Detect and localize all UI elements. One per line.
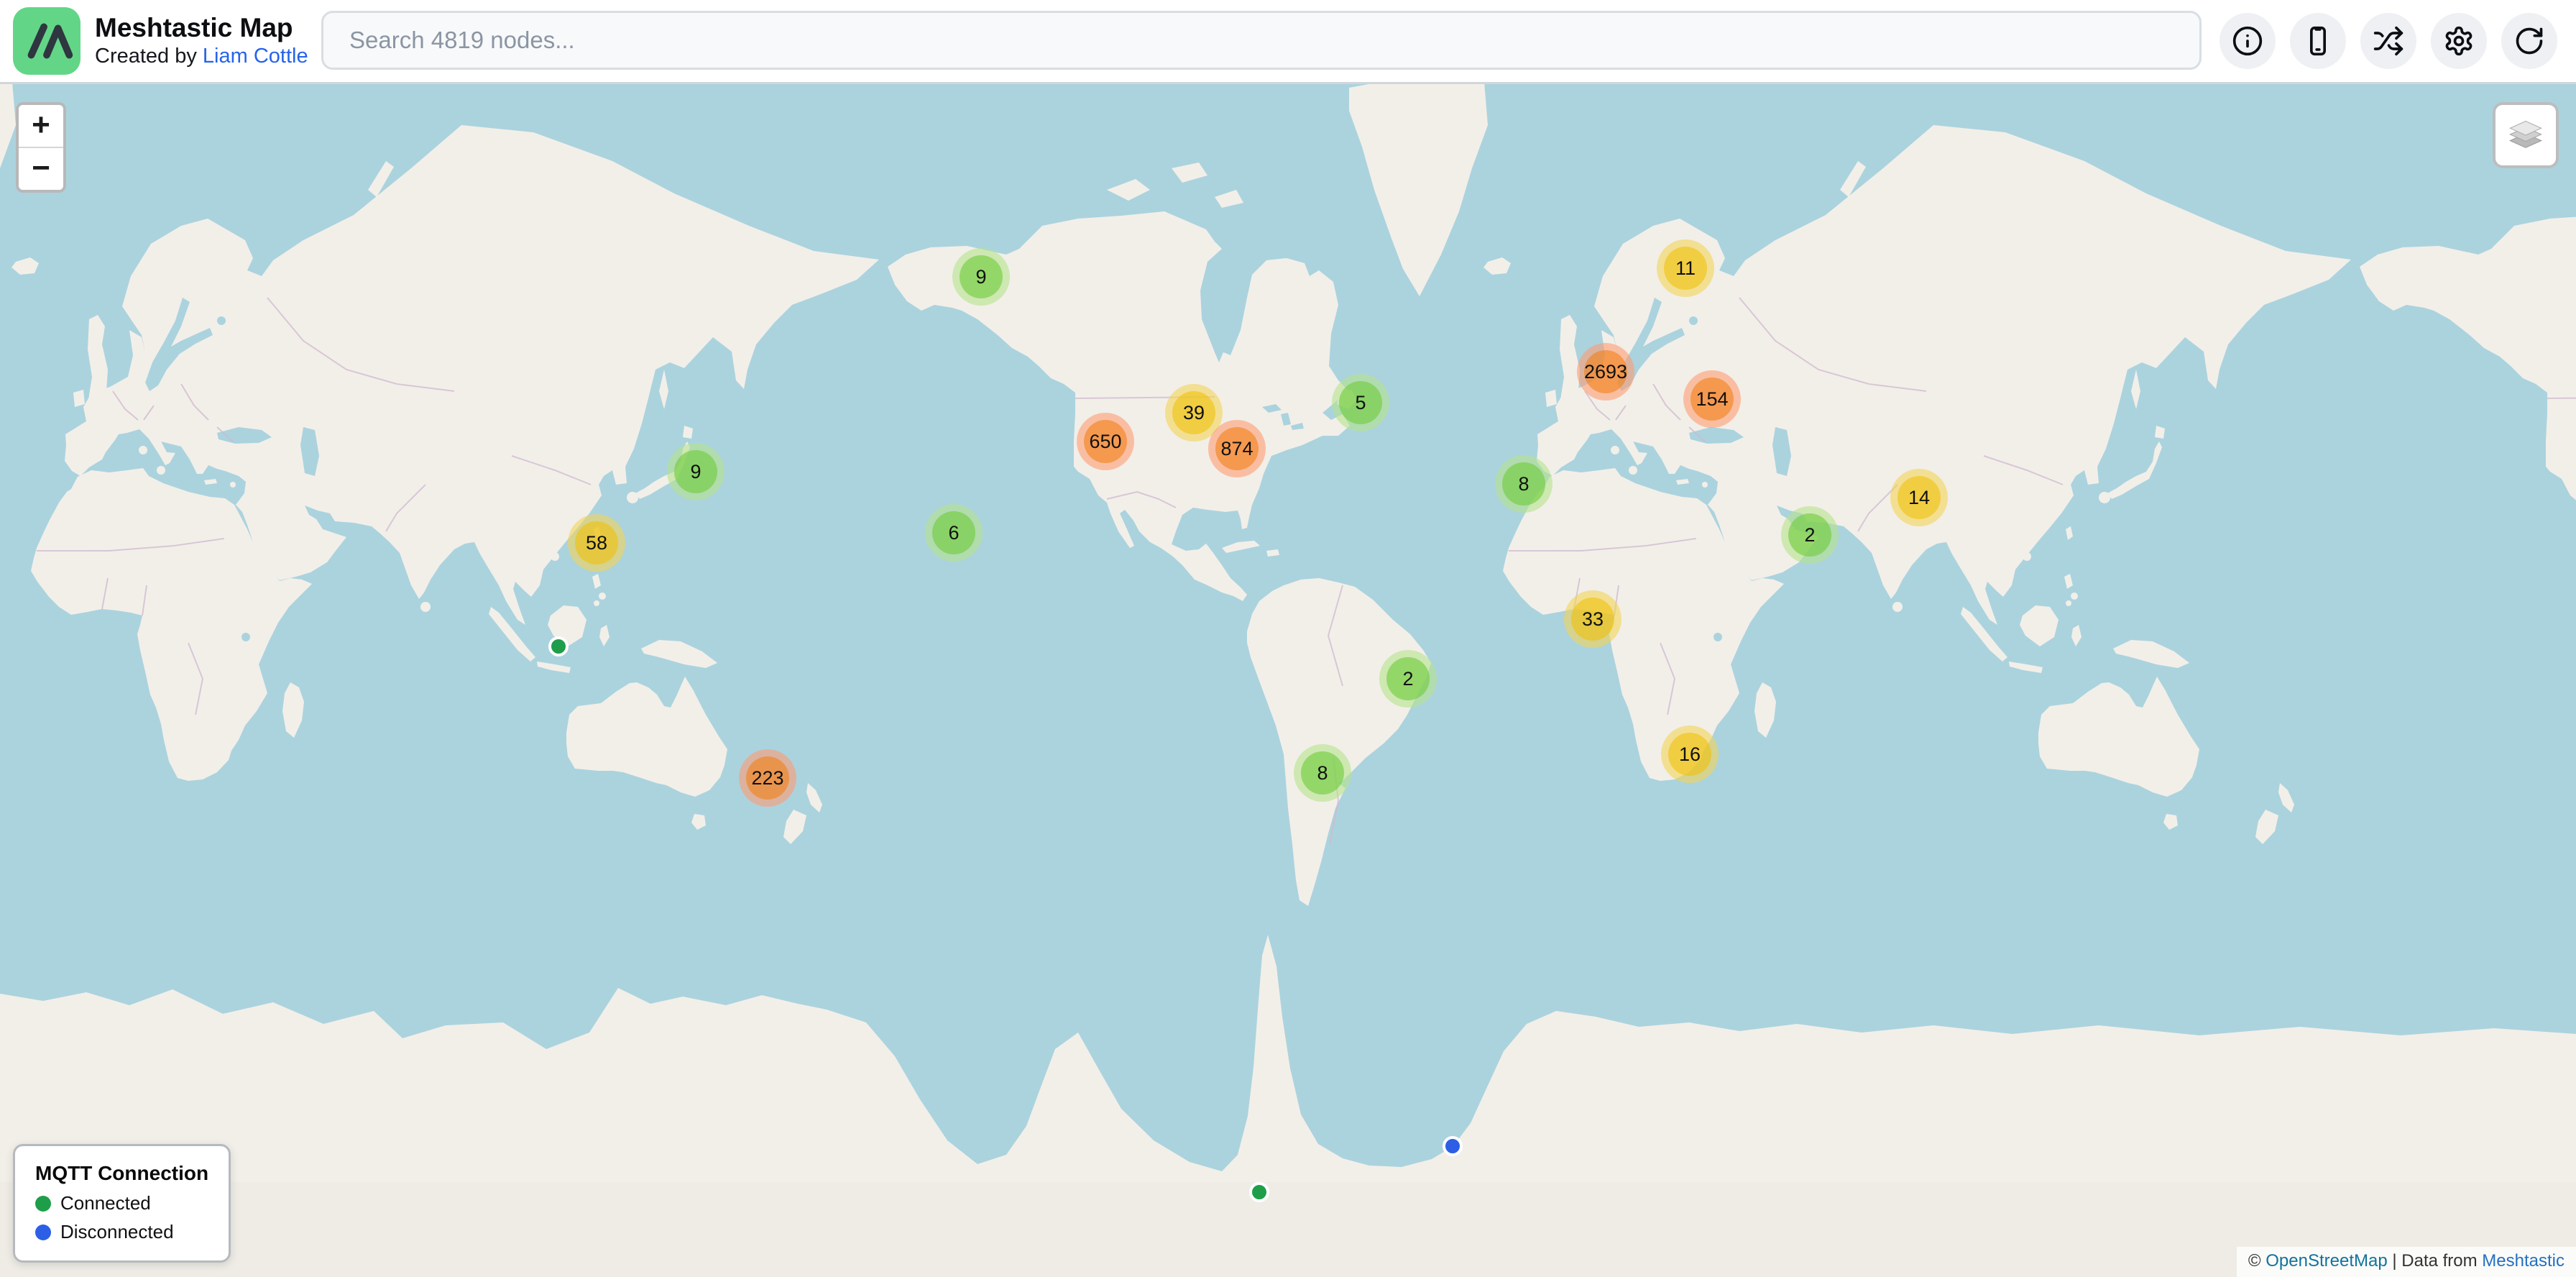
cluster-marker[interactable]: 33 — [1564, 590, 1622, 648]
cluster-marker[interactable]: 2 — [1379, 650, 1437, 708]
attribution-middle: | Data from — [2388, 1251, 2483, 1271]
shuffle-icon — [2373, 25, 2404, 57]
cluster-count: 14 — [1908, 487, 1930, 509]
cluster-count: 8 — [1518, 473, 1529, 495]
info-button[interactable] — [2220, 13, 2276, 69]
author-link[interactable]: Liam Cottle — [203, 45, 308, 68]
cluster-marker[interactable]: 58 — [568, 514, 625, 572]
node-marker-connected[interactable] — [1249, 1182, 1269, 1202]
cluster-count: 874 — [1220, 438, 1253, 460]
cluster-count: 2693 — [1584, 361, 1627, 383]
header: Meshtastic Map Created by Liam Cottle — [0, 0, 2576, 84]
cluster-count: 11 — [1675, 257, 1696, 280]
cluster-marker[interactable]: 154 — [1683, 370, 1741, 428]
cluster-count: 33 — [1582, 608, 1604, 631]
cluster-marker[interactable]: 874 — [1208, 420, 1266, 477]
connected-dot-icon — [35, 1196, 51, 1212]
shuffle-button[interactable] — [2360, 13, 2416, 69]
legend-label: Connected — [60, 1192, 151, 1214]
zoom-control: + − — [16, 102, 66, 193]
smartphone-button[interactable] — [2290, 13, 2346, 69]
cluster-count: 6 — [948, 522, 959, 544]
map-canvas[interactable]: 9 11 2693 154 39 5 650 874 9 8 14 2 6 58 33 2 16 8 223 + −… — [0, 82, 2576, 1277]
cluster-count: 9 — [975, 266, 986, 288]
settings-button[interactable] — [2431, 13, 2487, 69]
cluster-count: 2 — [1804, 524, 1815, 546]
layers-control[interactable] — [2493, 102, 2559, 168]
cluster-count: 2 — [1402, 668, 1413, 690]
brand: Meshtastic Map Created by Liam Cottle — [13, 7, 308, 75]
mqtt-legend: MQTT Connection Connected Disconnected — [13, 1144, 231, 1263]
cluster-count: 650 — [1089, 431, 1121, 453]
legend-title: MQTT Connection — [35, 1162, 208, 1185]
cluster-count: 9 — [690, 461, 701, 483]
cluster-count: 223 — [751, 767, 783, 789]
cluster-marker[interactable]: 14 — [1890, 469, 1948, 526]
layers-icon — [2507, 116, 2544, 154]
cluster-count: 5 — [1355, 392, 1366, 414]
disconnected-dot-icon — [35, 1225, 51, 1240]
refresh-button[interactable] — [2501, 13, 2557, 69]
markers-layer: 9 11 2693 154 39 5 650 874 9 8 14 2 6 58 33 2 16 8 223 — [0, 82, 2576, 1277]
cluster-marker[interactable]: 650 — [1077, 413, 1134, 470]
byline: Created by Liam Cottle — [95, 44, 308, 69]
cluster-marker[interactable]: 2693 — [1577, 343, 1634, 401]
cluster-marker[interactable]: 223 — [739, 749, 796, 807]
mountains-glyph-icon — [13, 6, 80, 75]
byline-prefix: Created by — [95, 45, 203, 68]
info-icon — [2232, 25, 2263, 57]
cluster-count: 16 — [1679, 743, 1701, 766]
smartphone-icon — [2302, 25, 2334, 57]
cluster-marker[interactable]: 9 — [952, 248, 1010, 306]
meshtastic-link[interactable]: Meshtastic — [2482, 1251, 2564, 1271]
cluster-marker[interactable]: 8 — [1495, 455, 1552, 513]
settings-icon — [2443, 25, 2475, 57]
cluster-count: 58 — [586, 532, 607, 554]
brand-text: Meshtastic Map Created by Liam Cottle — [95, 13, 308, 68]
legend-label: Disconnected — [60, 1221, 174, 1243]
node-marker-connected[interactable] — [548, 636, 569, 656]
openstreetmap-link[interactable]: OpenStreetMap — [2266, 1251, 2387, 1271]
node-marker-disconnected[interactable] — [1443, 1136, 1463, 1156]
cluster-marker[interactable]: 5 — [1332, 374, 1389, 431]
zoom-out-button[interactable]: − — [19, 148, 63, 190]
cluster-marker[interactable]: 2 — [1781, 506, 1839, 564]
cluster-count: 154 — [1696, 388, 1728, 411]
legend-items: Connected Disconnected — [35, 1192, 208, 1243]
map-attribution: © OpenStreetMap | Data from Meshtastic — [2237, 1247, 2576, 1277]
cluster-count: 8 — [1317, 762, 1328, 784]
meshtastic-logo-icon[interactable] — [13, 7, 80, 75]
header-actions — [2220, 13, 2557, 69]
legend-item-connected: Connected — [35, 1192, 208, 1214]
cluster-marker[interactable]: 8 — [1294, 744, 1351, 802]
cluster-marker[interactable]: 16 — [1661, 726, 1719, 783]
legend-item-disconnected: Disconnected — [35, 1221, 208, 1243]
cluster-marker[interactable]: 11 — [1657, 239, 1714, 297]
zoom-in-button[interactable]: + — [19, 105, 63, 148]
cluster-count: 39 — [1183, 402, 1205, 424]
search-input[interactable] — [321, 11, 2202, 70]
refresh-icon — [2513, 25, 2545, 57]
cluster-marker[interactable]: 6 — [925, 504, 983, 562]
attribution-copyright: © — [2248, 1251, 2266, 1271]
cluster-marker[interactable]: 9 — [667, 443, 724, 500]
page-title: Meshtastic Map — [95, 13, 308, 44]
